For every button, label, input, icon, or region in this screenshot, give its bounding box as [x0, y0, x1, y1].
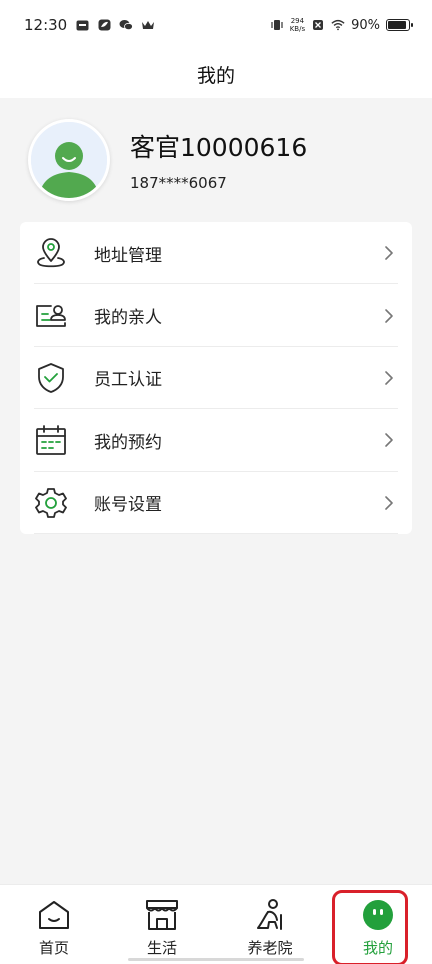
battery-percent: 90%	[351, 17, 380, 33]
tab-label: 生活	[146, 939, 177, 957]
gear-icon	[34, 486, 68, 520]
chevron-right-icon	[384, 370, 396, 386]
tab-life[interactable]: 生活	[108, 885, 216, 964]
menu-item-label: 我的预约	[94, 432, 162, 453]
battery-fill	[388, 21, 406, 29]
menu-item-appointments[interactable]: 我的预约	[20, 409, 412, 472]
notification-app-icon	[75, 19, 89, 31]
status-right: 294 KB/s 90%	[270, 17, 413, 33]
status-bar: 12:30 294 KB/s 90%	[0, 0, 432, 50]
menu-item-label: 账号设置	[94, 495, 162, 516]
status-left: 12:30	[24, 16, 155, 34]
avatar[interactable]	[28, 119, 110, 201]
net-speed: 294 KB/s	[290, 17, 305, 33]
net-speed-value: 294	[290, 17, 305, 25]
net-speed-unit: KB/s	[289, 25, 306, 33]
wifi-icon	[331, 19, 345, 31]
profile-text: 客官10000616 187****6067	[130, 128, 307, 192]
menu-item-staff-verification[interactable]: 员工认证	[20, 347, 412, 410]
calendar-icon	[34, 423, 68, 457]
profile-face-icon	[360, 897, 396, 933]
menu-card: 地址管理 我的亲人 员工认证 我的预约 账号设置	[20, 222, 412, 535]
home-indicator	[128, 958, 304, 961]
vibrate-icon	[270, 19, 284, 31]
relatives-card-icon	[34, 299, 68, 333]
location-pin-icon	[34, 236, 68, 270]
tab-home[interactable]: 首页	[0, 885, 108, 964]
profile-phone: 187****6067	[130, 174, 227, 192]
page-title: 我的	[196, 64, 235, 87]
no-sim-icon	[311, 19, 325, 31]
battery-icon	[386, 19, 413, 31]
tab-mine[interactable]: 我的	[324, 885, 432, 964]
tab-label: 首页	[38, 939, 69, 957]
home-icon	[36, 897, 72, 933]
notification-leaf-icon	[97, 19, 111, 31]
menu-item-label: 地址管理	[94, 245, 162, 266]
chevron-right-icon	[384, 495, 396, 511]
shield-check-icon	[34, 361, 68, 395]
tab-nursing-home[interactable]: 养老院	[216, 885, 324, 964]
title-bar: 我的	[0, 50, 432, 98]
chevron-right-icon	[384, 308, 396, 324]
tab-label: 我的	[362, 939, 393, 957]
elderly-icon	[252, 897, 288, 933]
shop-icon	[144, 897, 180, 933]
tab-label: 养老院	[247, 939, 293, 957]
avatar-person-icon	[31, 122, 107, 198]
menu-item-label: 我的亲人	[94, 308, 162, 329]
chevron-right-icon	[384, 432, 396, 448]
chevron-right-icon	[384, 245, 396, 261]
notification-crown-icon	[141, 19, 155, 31]
menu-item-account-settings[interactable]: 账号设置	[20, 472, 412, 535]
menu-item-relatives[interactable]: 我的亲人	[20, 284, 412, 348]
menu-item-address[interactable]: 地址管理	[20, 222, 412, 285]
bottom-tab-bar: 首页 生活 养老院 我的	[0, 884, 432, 964]
profile-name: 客官10000616	[130, 133, 308, 162]
notification-wechat-icon	[119, 19, 134, 31]
status-time: 12:30	[24, 16, 68, 34]
profile-header[interactable]: 客官10000616 187****6067	[0, 98, 432, 222]
menu-item-label: 员工认证	[94, 370, 162, 391]
